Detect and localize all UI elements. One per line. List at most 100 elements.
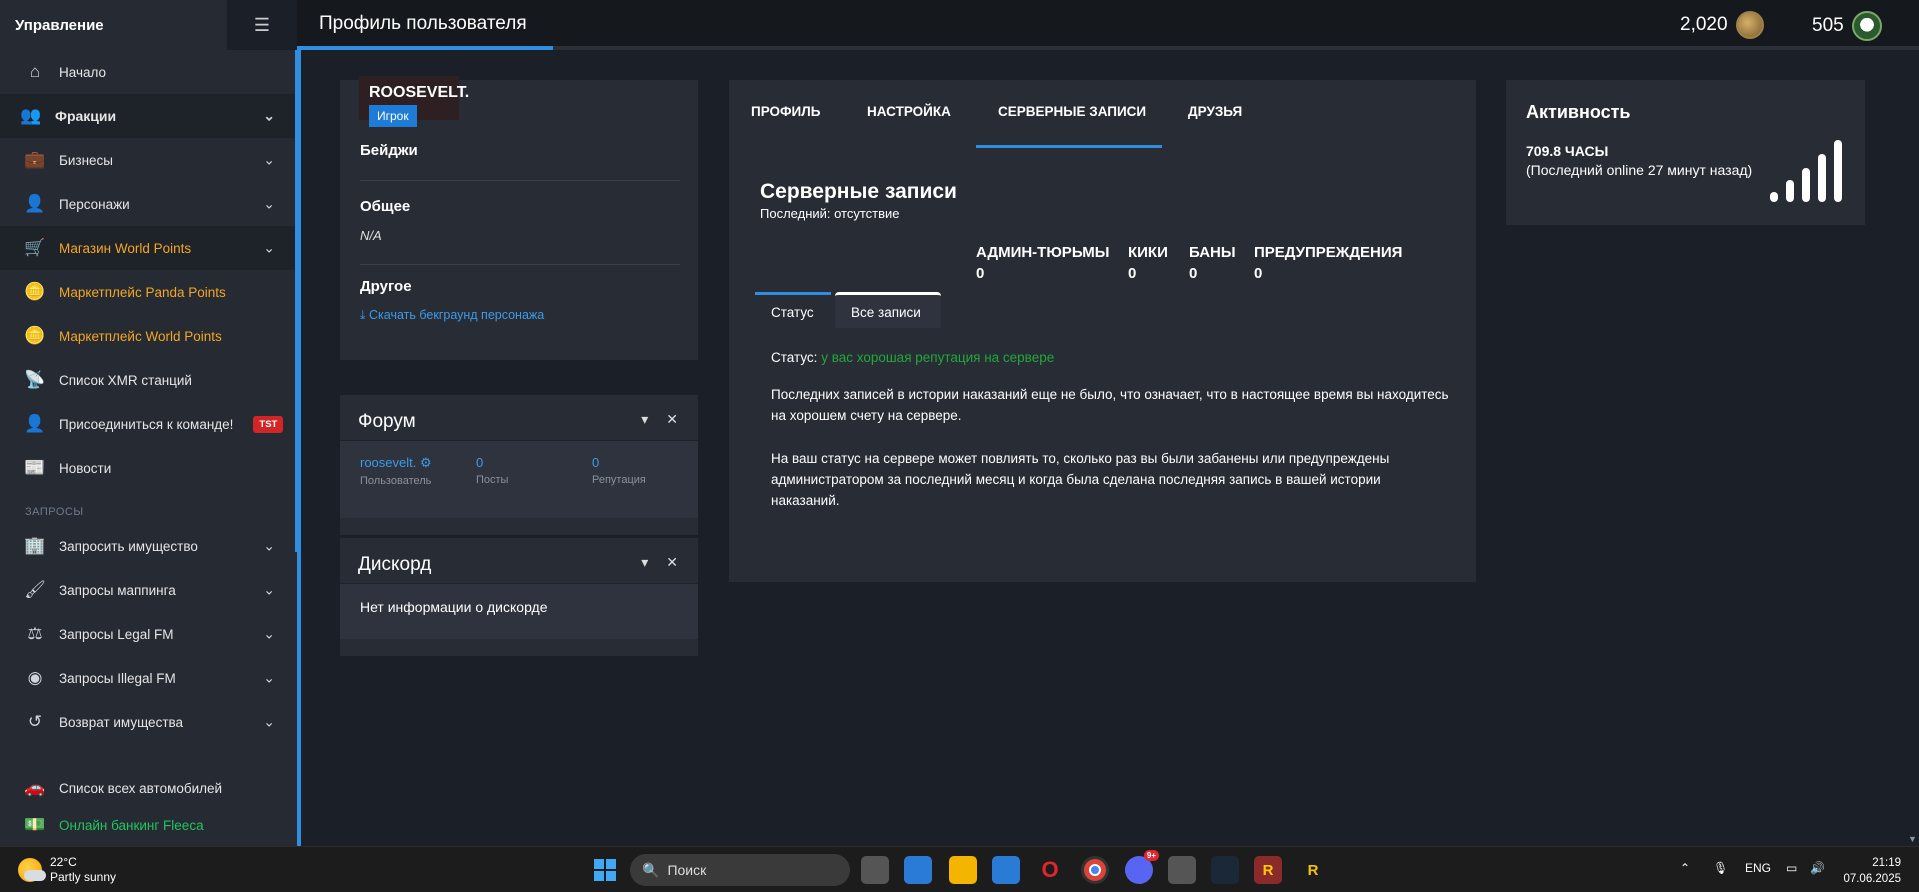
system-clock[interactable]: 21:19 07.06.2025 — [1843, 855, 1901, 887]
microphone-icon[interactable]: 🎙 — [1713, 861, 1728, 875]
sidebar-item-join-team[interactable]: 👤 Присоединиться к команде! TST — [0, 402, 297, 446]
tab-settings[interactable]: НАСТРОЙКА — [867, 104, 951, 119]
ragemp-icon[interactable]: R — [1299, 856, 1327, 884]
forum-body: roosevelt. ⚙ Пользователь 0 Посты 0 Репу… — [340, 441, 698, 518]
briefcase-icon: 💼 — [24, 150, 46, 169]
home-icon: ⌂ — [29, 62, 41, 81]
sidebar-item-world-points-shop[interactable]: 🛒 Магазин World Points ⌄ — [0, 226, 297, 270]
download-background-link[interactable]: ⤓ Скачать бекграунд персонажа — [360, 308, 544, 323]
sidebar-item-mapping-requests[interactable]: 🖌 Запросы маппинга ⌄ — [0, 568, 297, 612]
tray-chevron-up-icon[interactable]: ⌃ — [1680, 861, 1690, 875]
photos-icon[interactable] — [904, 856, 932, 884]
badges-heading: Бейджи — [360, 142, 418, 159]
collapse-icon[interactable]: ▾ — [641, 554, 648, 571]
sidebar-item-home[interactable]: ⌂ Начало — [0, 50, 297, 94]
windows-start-icon[interactable] — [591, 856, 619, 884]
task-view-icon[interactable] — [861, 856, 889, 884]
language-indicator[interactable]: ENG — [1745, 861, 1771, 875]
sidebar-item-label: Возврат имущества — [59, 714, 184, 730]
panda-points-value: 505 — [1812, 15, 1844, 36]
active-tab-indicator — [976, 145, 1162, 148]
forum-username-link[interactable]: roosevelt. ⚙ — [360, 455, 432, 471]
sidebar-item-legal-fm[interactable]: ⚖ Запросы Legal FM ⌄ — [0, 612, 297, 656]
divider — [360, 264, 680, 265]
coins-icon: 🪙 — [24, 326, 46, 345]
stat-kicks: КИКИ 0 — [1128, 244, 1168, 282]
scroll-down-arrow-icon[interactable]: ▼ — [1908, 834, 1917, 844]
sidebar-item-businesses[interactable]: 💼 Бизнесы ⌄ — [0, 138, 297, 182]
records-paragraph-2: На ваш статус на сервере может повлиять … — [771, 451, 1390, 508]
weather-widget[interactable]: 22°C Partly sunny — [18, 855, 116, 885]
forum-reputation-value[interactable]: 0 — [592, 455, 646, 470]
sidebar-item-request-property[interactable]: 🏢 Запросить имущество ⌄ — [0, 524, 297, 568]
chrome-icon[interactable] — [1081, 856, 1109, 884]
discord-widget: Дискорд ▾ ✕ Нет информации о дискорде — [340, 538, 698, 656]
world-points-icon — [1735, 11, 1764, 39]
close-icon[interactable]: ✕ — [666, 411, 678, 428]
sidebar-title: Управление — [0, 0, 227, 50]
sidebar-item-factions[interactable]: 👥 Фракции ⌄ — [0, 94, 297, 138]
scales-icon: ⚖ — [27, 624, 43, 643]
sidebar-item-xmr-stations[interactable]: 📡 Список XMR станций — [0, 358, 297, 402]
server-records-card: ПРОФИЛЬ НАСТРОЙКА СЕРВЕРНЫЕ ЗАПИСИ ДРУЗЬ… — [729, 80, 1476, 582]
sidebar-item-label: Запросы маппинга — [59, 582, 176, 598]
user-icon: 👤 — [24, 194, 46, 213]
sidebar-item-property-return[interactable]: ↺ Возврат имущества ⌄ — [0, 700, 297, 744]
volume-icon[interactable]: 🔊 — [1810, 861, 1825, 875]
clock-date: 07.06.2025 — [1843, 873, 1901, 885]
sidebar-item-illegal-fm[interactable]: ◉ Запросы Illegal FM ⌄ — [0, 656, 297, 700]
subtab-status[interactable]: Статус — [755, 292, 831, 328]
store-icon[interactable] — [992, 856, 1020, 884]
sidebar-item-label: Список всех автомобилей — [59, 780, 223, 796]
sidebar-item-news[interactable]: 📰 Новости — [0, 446, 297, 490]
close-icon[interactable]: ✕ — [666, 554, 678, 571]
tab-server-records[interactable]: СЕРВЕРНЫЕ ЗАПИСИ — [998, 104, 1146, 119]
taskbar-search[interactable]: 🔍 Поиск — [630, 854, 850, 886]
collapse-icon[interactable]: ▾ — [641, 411, 648, 428]
sidebar-item-world-marketplace[interactable]: 🪙 Маркетплейс World Points — [0, 314, 297, 358]
stat-bans: БАНЫ 0 — [1189, 244, 1236, 282]
sidebar-item-label: Маркетплейс Panda Points — [59, 284, 226, 300]
profile-card: ROOSEVELT. Игрок Бейджи Общее N/A Другое… — [340, 76, 698, 360]
chevron-down-icon: ⌄ — [263, 713, 275, 730]
sidebar-item-label: Фракции — [55, 108, 117, 124]
discord-icon[interactable]: 9+ — [1125, 850, 1159, 884]
sidebar-item-label: Список XMR станций — [59, 372, 192, 388]
network-icon[interactable]: ▭ — [1786, 861, 1797, 875]
tab-profile[interactable]: ПРОФИЛЬ — [751, 104, 820, 119]
steam-icon[interactable] — [1211, 856, 1239, 884]
discord-title: Дискорд — [358, 554, 432, 575]
sidebar-item-fleeca-banking[interactable]: 💵 Онлайн банкинг Fleeca — [0, 810, 297, 840]
clock-time: 21:19 — [1872, 857, 1901, 869]
discord-body: Нет информации о дискорде — [340, 584, 698, 639]
rockstar-launcher-icon[interactable]: R — [1254, 856, 1282, 884]
chevron-down-icon: ⌄ — [263, 537, 275, 554]
opera-icon[interactable]: O — [1036, 856, 1064, 884]
download-icon: ⤓ — [360, 308, 366, 322]
discord-notification-badge: 9+ — [1143, 850, 1159, 861]
world-points-counter[interactable]: 2,020 — [1680, 11, 1764, 39]
sidebar-item-label: Новости — [59, 460, 112, 476]
hamburger-icon: ☰ — [253, 14, 271, 35]
user-tie-icon: 👤 — [24, 414, 46, 433]
status-line: Статус: у вас хорошая репутация на серве… — [771, 350, 1054, 365]
file-explorer-icon[interactable] — [949, 856, 977, 884]
subtab-all-records[interactable]: Все записи — [835, 292, 941, 328]
sidebar-section-requests: ЗАПРОСЫ — [25, 506, 84, 518]
chevron-down-icon: ⌄ — [263, 151, 275, 168]
panda-points-counter[interactable]: 505 — [1812, 11, 1882, 41]
activity-hours: 709.8 ЧАСЫ — [1526, 143, 1609, 159]
chevron-down-icon: ⌄ — [263, 107, 275, 124]
forum-posts-value[interactable]: 0 — [476, 455, 508, 470]
tab-friends[interactable]: ДРУЗЬЯ — [1188, 104, 1242, 119]
sidebar-item-label: Персонажи — [59, 196, 130, 212]
sidebar-item-all-cars[interactable]: 🚗 Список всех автомобилей — [0, 766, 297, 810]
sidebar-item-characters[interactable]: 👤 Персонажи ⌄ — [0, 182, 297, 226]
hamburger-menu-button[interactable]: ☰ — [227, 0, 297, 50]
sidebar-item-panda-marketplace[interactable]: 🪙 Маркетплейс Panda Points — [0, 270, 297, 314]
app-window-icon[interactable] — [1168, 856, 1196, 884]
money-icon: 💵 — [24, 815, 46, 834]
page-scrollbar[interactable]: ▼ — [1906, 50, 1919, 846]
forum-widget: Форум ▾ ✕ roosevelt. ⚙ Пользователь 0 По… — [340, 395, 698, 535]
page-title: Профиль пользователя — [319, 13, 527, 34]
